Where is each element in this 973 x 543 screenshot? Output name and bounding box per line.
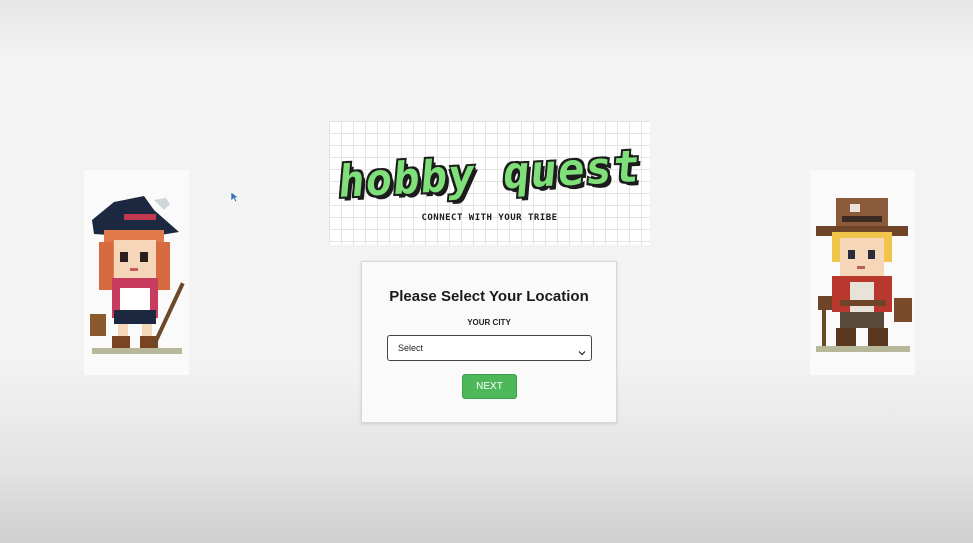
city-label: YOUR CITY	[467, 318, 511, 327]
left-character-image	[84, 170, 189, 375]
right-character-image	[810, 170, 915, 375]
mouse-pointer-icon	[230, 190, 240, 203]
next-button[interactable]: NEXT	[462, 374, 517, 399]
location-form-card: Please Select Your Location YOUR CITY Se…	[361, 261, 617, 423]
page-title: Please Select Your Location	[389, 288, 589, 305]
chevron-down-icon	[578, 344, 586, 356]
city-select[interactable]: Select	[387, 335, 592, 361]
city-select-value: Select	[398, 343, 424, 353]
hobby-quest-banner: hobby quest CONNECT WITH YOUR TRIBE	[329, 121, 650, 245]
logo-title: hobby quest	[336, 140, 643, 209]
logo-tagline: CONNECT WITH YOUR TRIBE	[421, 213, 558, 223]
